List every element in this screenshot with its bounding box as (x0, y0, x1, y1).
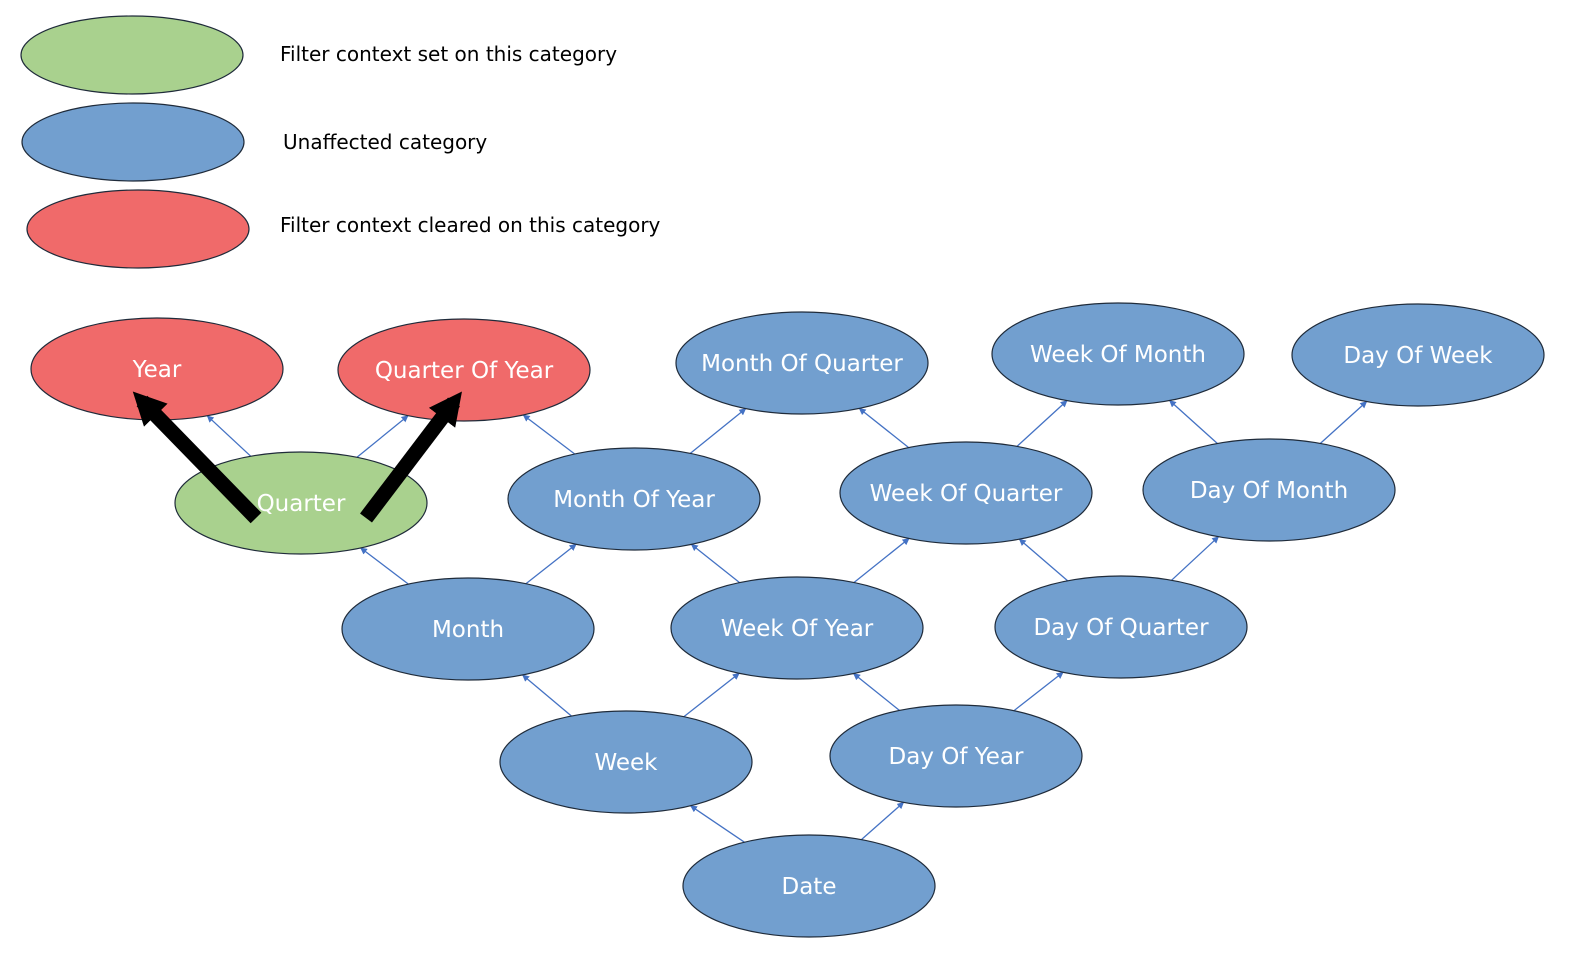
node-date: Date (682, 834, 936, 938)
node-week-of-quarter: Week Of Quarter (839, 441, 1093, 545)
edge-date-to-day-of-year (860, 801, 905, 841)
node-quarter-of-year: Quarter Of Year (337, 318, 591, 422)
node-month-of-year: Month Of Year (507, 447, 761, 551)
edge-day-of-quarter-to-day-of-month (1171, 536, 1220, 581)
legend-label-set: Filter context set on this category (280, 42, 617, 66)
edge-week-to-week-of-year (683, 672, 740, 718)
node-day-of-quarter-label: Day Of Quarter (1033, 615, 1209, 641)
node-week-of-year-label: Week Of Year (721, 616, 874, 642)
node-day-of-week: Day Of Week (1291, 303, 1545, 407)
legend: Filter context set on this category Unaf… (20, 15, 661, 269)
legend-swatch-set (20, 15, 244, 95)
edge-month-of-year-to-quarter-of-year (522, 414, 576, 455)
category-nodes: Year Quarter Of Year Month Of Quarter We… (30, 302, 1545, 938)
edge-month-to-quarter (360, 547, 409, 585)
edge-month-to-month-of-year (525, 543, 577, 585)
legend-item-cleared: Filter context cleared on this category (26, 189, 661, 269)
node-day-of-year: Day Of Year (829, 704, 1083, 808)
node-date-label: Date (782, 874, 837, 900)
node-day-of-year-label: Day Of Year (889, 744, 1024, 770)
edge-week-of-quarter-to-week-of-month (1016, 400, 1068, 447)
node-day-of-quarter: Day Of Quarter (994, 575, 1248, 679)
legend-label-unaffected: Unaffected category (283, 130, 487, 154)
legend-swatch-unaffected (21, 102, 245, 182)
edge-day-of-year-to-week-of-year (853, 673, 900, 711)
edge-week-of-year-to-week-of-quarter (853, 537, 910, 584)
node-month-of-year-label: Month Of Year (553, 487, 715, 513)
node-week-of-month-label: Week Of Month (1030, 342, 1206, 368)
node-year: Year (30, 317, 284, 421)
edge-quarter-to-quarter-of-year (356, 415, 409, 458)
node-month-of-quarter: Month Of Quarter (675, 311, 929, 415)
node-week: Week (499, 710, 753, 814)
node-week-of-year: Week Of Year (670, 576, 924, 680)
legend-swatch-cleared (26, 189, 250, 269)
edge-week-of-year-to-month-of-year (690, 543, 741, 584)
node-month-label: Month (432, 617, 504, 643)
node-month: Month (341, 577, 595, 681)
legend-label-cleared: Filter context cleared on this category (280, 213, 661, 237)
legend-item-unaffected: Unaffected category (21, 102, 487, 182)
node-year-label: Year (132, 357, 182, 383)
edge-date-to-week (690, 805, 745, 843)
edge-day-of-month-to-week-of-month (1169, 400, 1218, 444)
node-week-of-month: Week Of Month (991, 302, 1245, 406)
edge-day-of-month-to-day-of-week (1319, 401, 1368, 444)
node-week-label: Week (594, 750, 658, 776)
edge-day-of-quarter-to-week-of-quarter (1018, 538, 1069, 582)
node-day-of-month: Day Of Month (1142, 438, 1396, 542)
edge-month-of-year-to-month-of-quarter (689, 408, 747, 454)
legend-item-set: Filter context set on this category (20, 15, 617, 95)
edge-day-of-year-to-day-of-quarter (1013, 671, 1064, 712)
node-day-of-month-label: Day Of Month (1190, 478, 1348, 504)
edge-week-to-month (522, 674, 572, 717)
node-day-of-week-label: Day Of Week (1343, 343, 1493, 369)
edge-quarter-to-year (206, 415, 252, 457)
node-quarter-label: Quarter (257, 491, 346, 517)
node-week-of-quarter-label: Week Of Quarter (870, 481, 1063, 507)
node-quarter-of-year-label: Quarter Of Year (375, 358, 554, 384)
edge-week-of-quarter-to-month-of-quarter (858, 407, 910, 449)
node-month-of-quarter-label: Month Of Quarter (701, 351, 903, 377)
date-hierarchy-diagram: Filter context set on this category Unaf… (20, 15, 1545, 938)
